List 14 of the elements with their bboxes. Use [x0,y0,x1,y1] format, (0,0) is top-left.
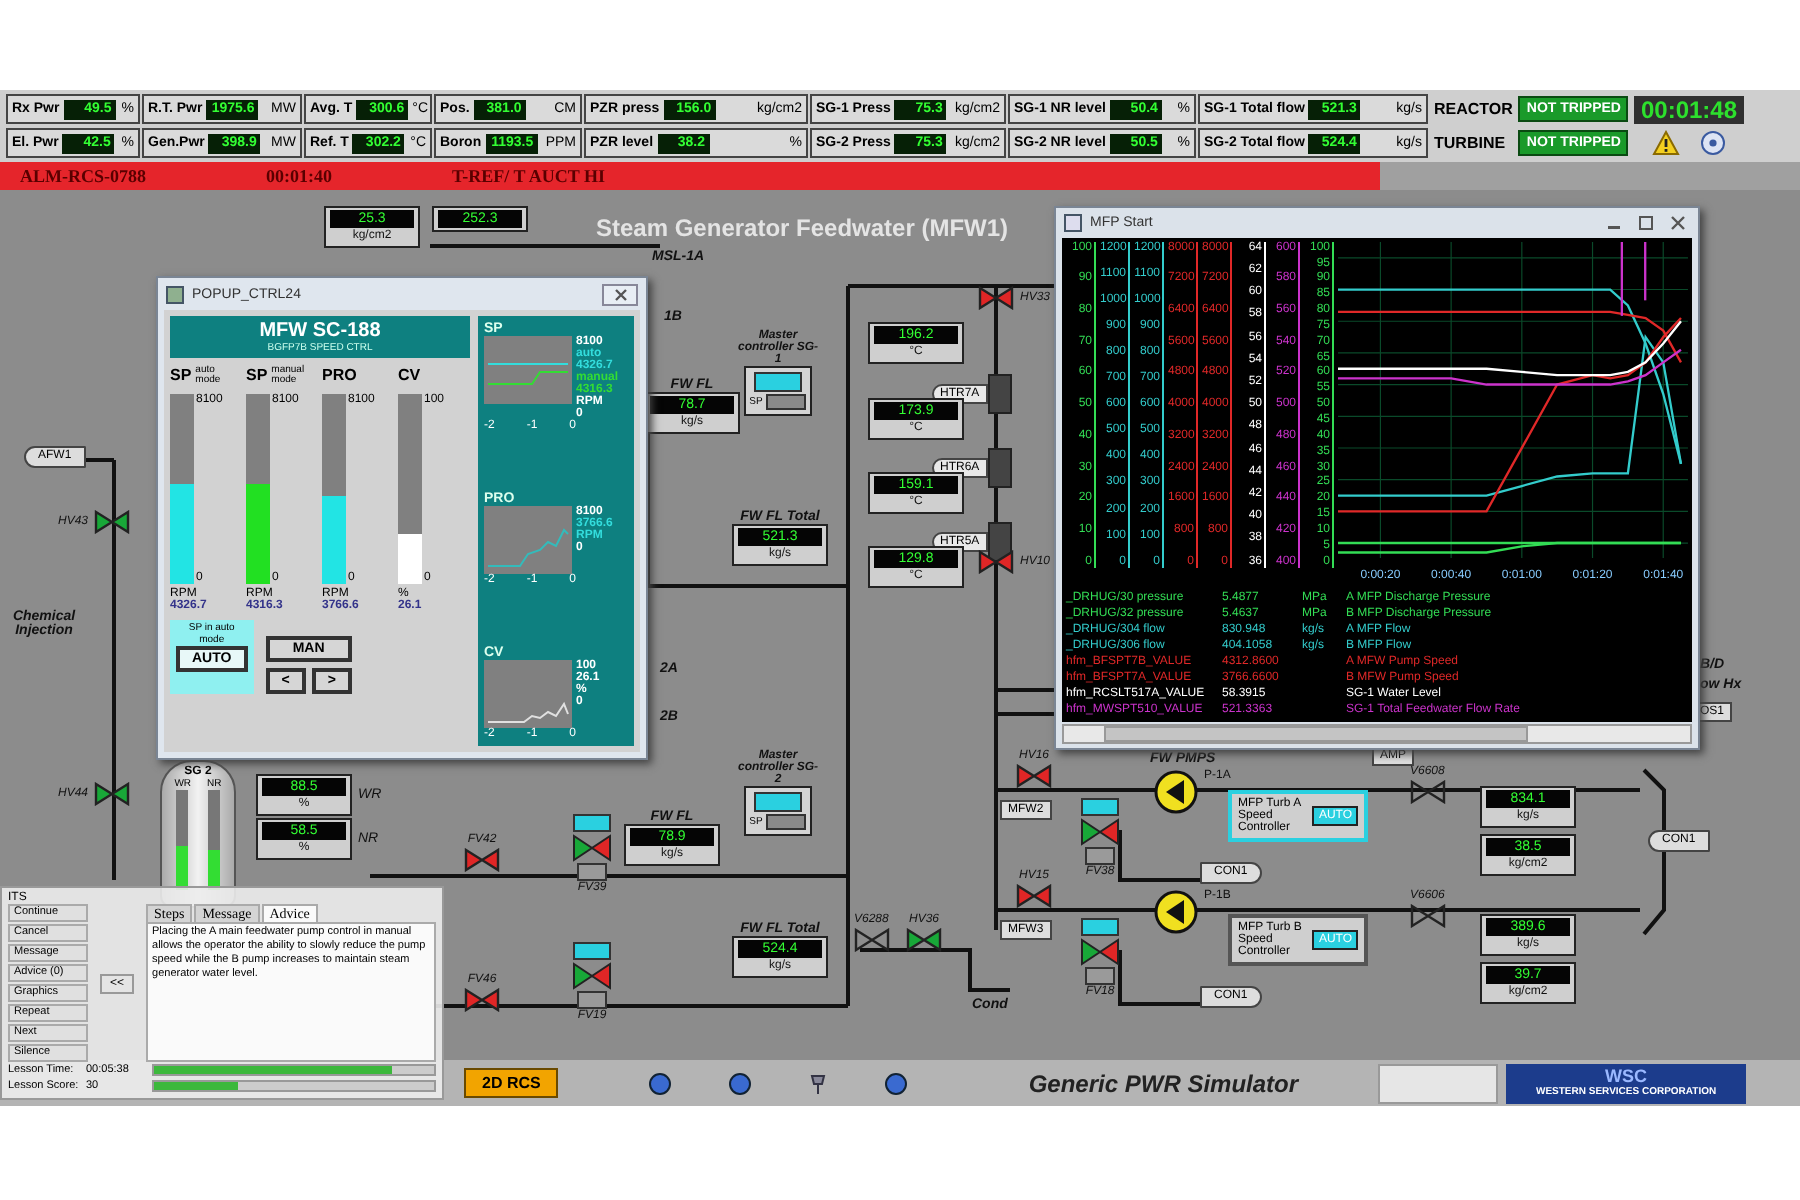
alarm-code: ALM-RCS-0788 [20,166,146,186]
gauge-label: SP [246,366,268,384]
logo-mark: WSC [1605,1068,1648,1086]
gauge-label: SP [170,366,192,384]
app-title: Generic PWR Simulator [1028,1069,1299,1097]
gauge-label: PRO [322,366,357,384]
controller-heading: MFW SC-188 [259,320,381,342]
gauge-label: CV [398,366,421,384]
clock-text: 00:01:48 [1634,95,1744,124]
diagram-title: Steam Generator Feedwater (MFW1) [596,214,1009,242]
status-label: REACTOR [1434,100,1513,119]
alarm-message: T-REF/ T AUCT HI [452,166,605,186]
alarm-time: 00:01:40 [266,166,332,186]
status-label: TURBINE [1434,134,1508,153]
